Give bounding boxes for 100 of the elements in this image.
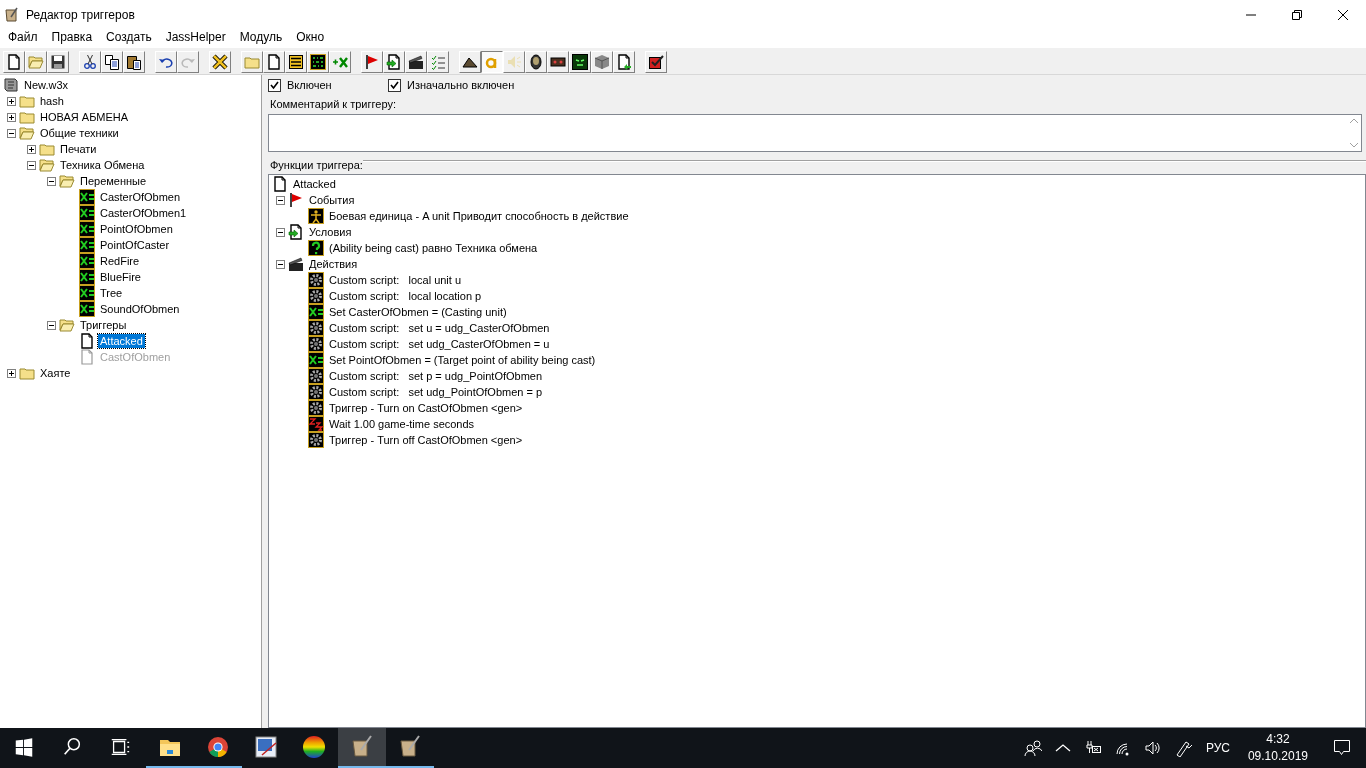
tree-item[interactable]: НОВАЯ АБМЕНА [38,110,131,124]
gear-icon [308,368,324,384]
tree-item[interactable]: Custom script: set udg_CasterOfObmen = u [327,337,552,351]
expand-toggle[interactable] [6,128,16,138]
caret-up-icon [1350,118,1358,123]
tree-item[interactable]: Условия [307,225,354,239]
menu-item[interactable]: Окно [289,30,332,44]
gear-icon [308,336,324,352]
tree-item[interactable]: Custom script: local location p [327,289,484,303]
tree-item[interactable]: Custom script: set udg_PointOfObmen = p [327,385,545,399]
x-equals-icon [79,301,95,317]
browser-icon [206,735,230,759]
tree-item[interactable]: Триггер - Turn on CastOfObmen <gen> [327,401,525,415]
tree-item[interactable]: hash [38,94,66,108]
tree-item[interactable]: SoundOfObmen [98,302,182,316]
tree-item[interactable]: События [307,193,357,207]
minus-icon [275,227,285,237]
menu-item[interactable]: JassHelper [158,30,233,44]
expand-toggle[interactable] [46,320,56,330]
tree-item[interactable]: Set CasterOfObmen = (Casting unit) [327,305,509,319]
folder-icon [244,54,260,70]
x-equals-icon [308,352,324,368]
tree-item[interactable]: CasterOfObmen [98,190,183,204]
tree-item[interactable]: Печати [58,142,99,156]
menu-item[interactable]: Создать [99,30,159,44]
x-equals-icon [79,269,95,285]
tree-item[interactable]: (Ability being cast) равно Техника обмена [327,241,540,255]
open-folder-icon [59,317,75,333]
restore-icon [1292,10,1302,20]
notification-icon [1332,737,1352,757]
question-icon [308,240,324,256]
language-indicator[interactable]: РУС [1205,741,1230,755]
binary-panel-icon [310,54,326,70]
menu-item[interactable]: Правка [44,30,100,44]
menu-item[interactable]: Модуль [232,30,290,44]
people-icon[interactable] [1023,739,1042,757]
expand-toggle[interactable] [275,227,285,237]
plus-icon [6,368,16,378]
tree-item[interactable]: Set PointOfObmen = (Target point of ability being cast) [327,353,598,367]
gear-icon [308,400,324,416]
tree-item[interactable]: Attacked [98,334,145,348]
expand-toggle[interactable] [6,368,16,378]
folder-icon [19,93,35,109]
tree-item[interactable]: Боевая единица - A unit Приводит способность в действие [327,209,631,223]
tree-item[interactable]: Триггеры [78,318,129,332]
expand-toggle[interactable] [275,259,285,269]
tree-item[interactable]: Custom script: local unit u [327,273,464,287]
expand-toggle[interactable] [26,160,36,170]
tree-item[interactable]: PointOfObmen [98,222,175,236]
tree-item[interactable]: Действия [307,257,360,271]
checklist-icon [430,54,446,70]
page-icon [79,333,95,349]
clapperboard-icon [408,54,424,70]
caret-down-icon [1350,143,1358,148]
tree-item[interactable]: Хаяте [38,366,73,380]
tree-item[interactable]: Custom script: set u = udg_CasterOfObmen [327,321,552,335]
comment-field[interactable] [268,114,1362,152]
minus-icon [275,195,285,205]
tree-item[interactable]: Общие техники [38,126,121,140]
page-arrow-icon [386,54,402,70]
tree-item[interactable]: Техника Обмена [58,158,147,172]
tree-item[interactable]: Custom script: set p = udg_PointOfObmen [327,369,545,383]
tree-item[interactable]: PointOfCaster [98,238,172,252]
expand-toggle[interactable] [6,96,16,106]
section-label: Функции триггера: [270,159,363,171]
tree-item[interactable]: Триггер - Turn off CastOfObmen <gen> [327,433,525,447]
scroll-icon [4,7,20,23]
list-icon [288,54,304,70]
menu-item[interactable]: Файл [1,30,45,44]
panel-icon [550,54,566,70]
tree-item[interactable]: BlueFire [98,270,143,284]
zzz-icon [308,416,324,432]
tree-item[interactable]: Tree [98,286,125,300]
tree-item[interactable]: Wait 1.00 game-time seconds [327,417,477,431]
minus-icon [6,128,16,138]
x-equals-icon [79,189,95,205]
checkbox[interactable] [268,78,281,92]
speaker-icon[interactable] [1143,739,1162,757]
monster-face-icon [572,54,588,70]
tree-item[interactable]: RedFire [98,254,142,268]
tree-item[interactable]: CasterOfObmen1 [98,206,189,220]
expand-toggle[interactable] [46,176,56,186]
tree-item[interactable]: Переменные [78,174,149,188]
expand-toggle[interactable] [26,144,36,154]
clock-date[interactable]: 09.10.2019 [1247,748,1308,765]
expand-toggle[interactable] [275,195,285,205]
paste-icon [126,54,142,70]
x-equals-icon [79,253,95,269]
tree-item[interactable]: New.w3x [22,78,71,92]
x-equals-icon [79,221,95,237]
speaker-icon [506,54,522,70]
expand-toggle[interactable] [6,112,16,122]
clock-time[interactable]: 4:32 [1266,731,1290,748]
page-arrow-icon [288,224,304,240]
gear-icon [308,288,324,304]
faded-page-icon [79,349,95,365]
checkbox[interactable] [388,78,401,92]
gear-icon [308,272,324,288]
tree-item[interactable]: Attacked [291,177,338,191]
minus-icon [46,176,56,186]
